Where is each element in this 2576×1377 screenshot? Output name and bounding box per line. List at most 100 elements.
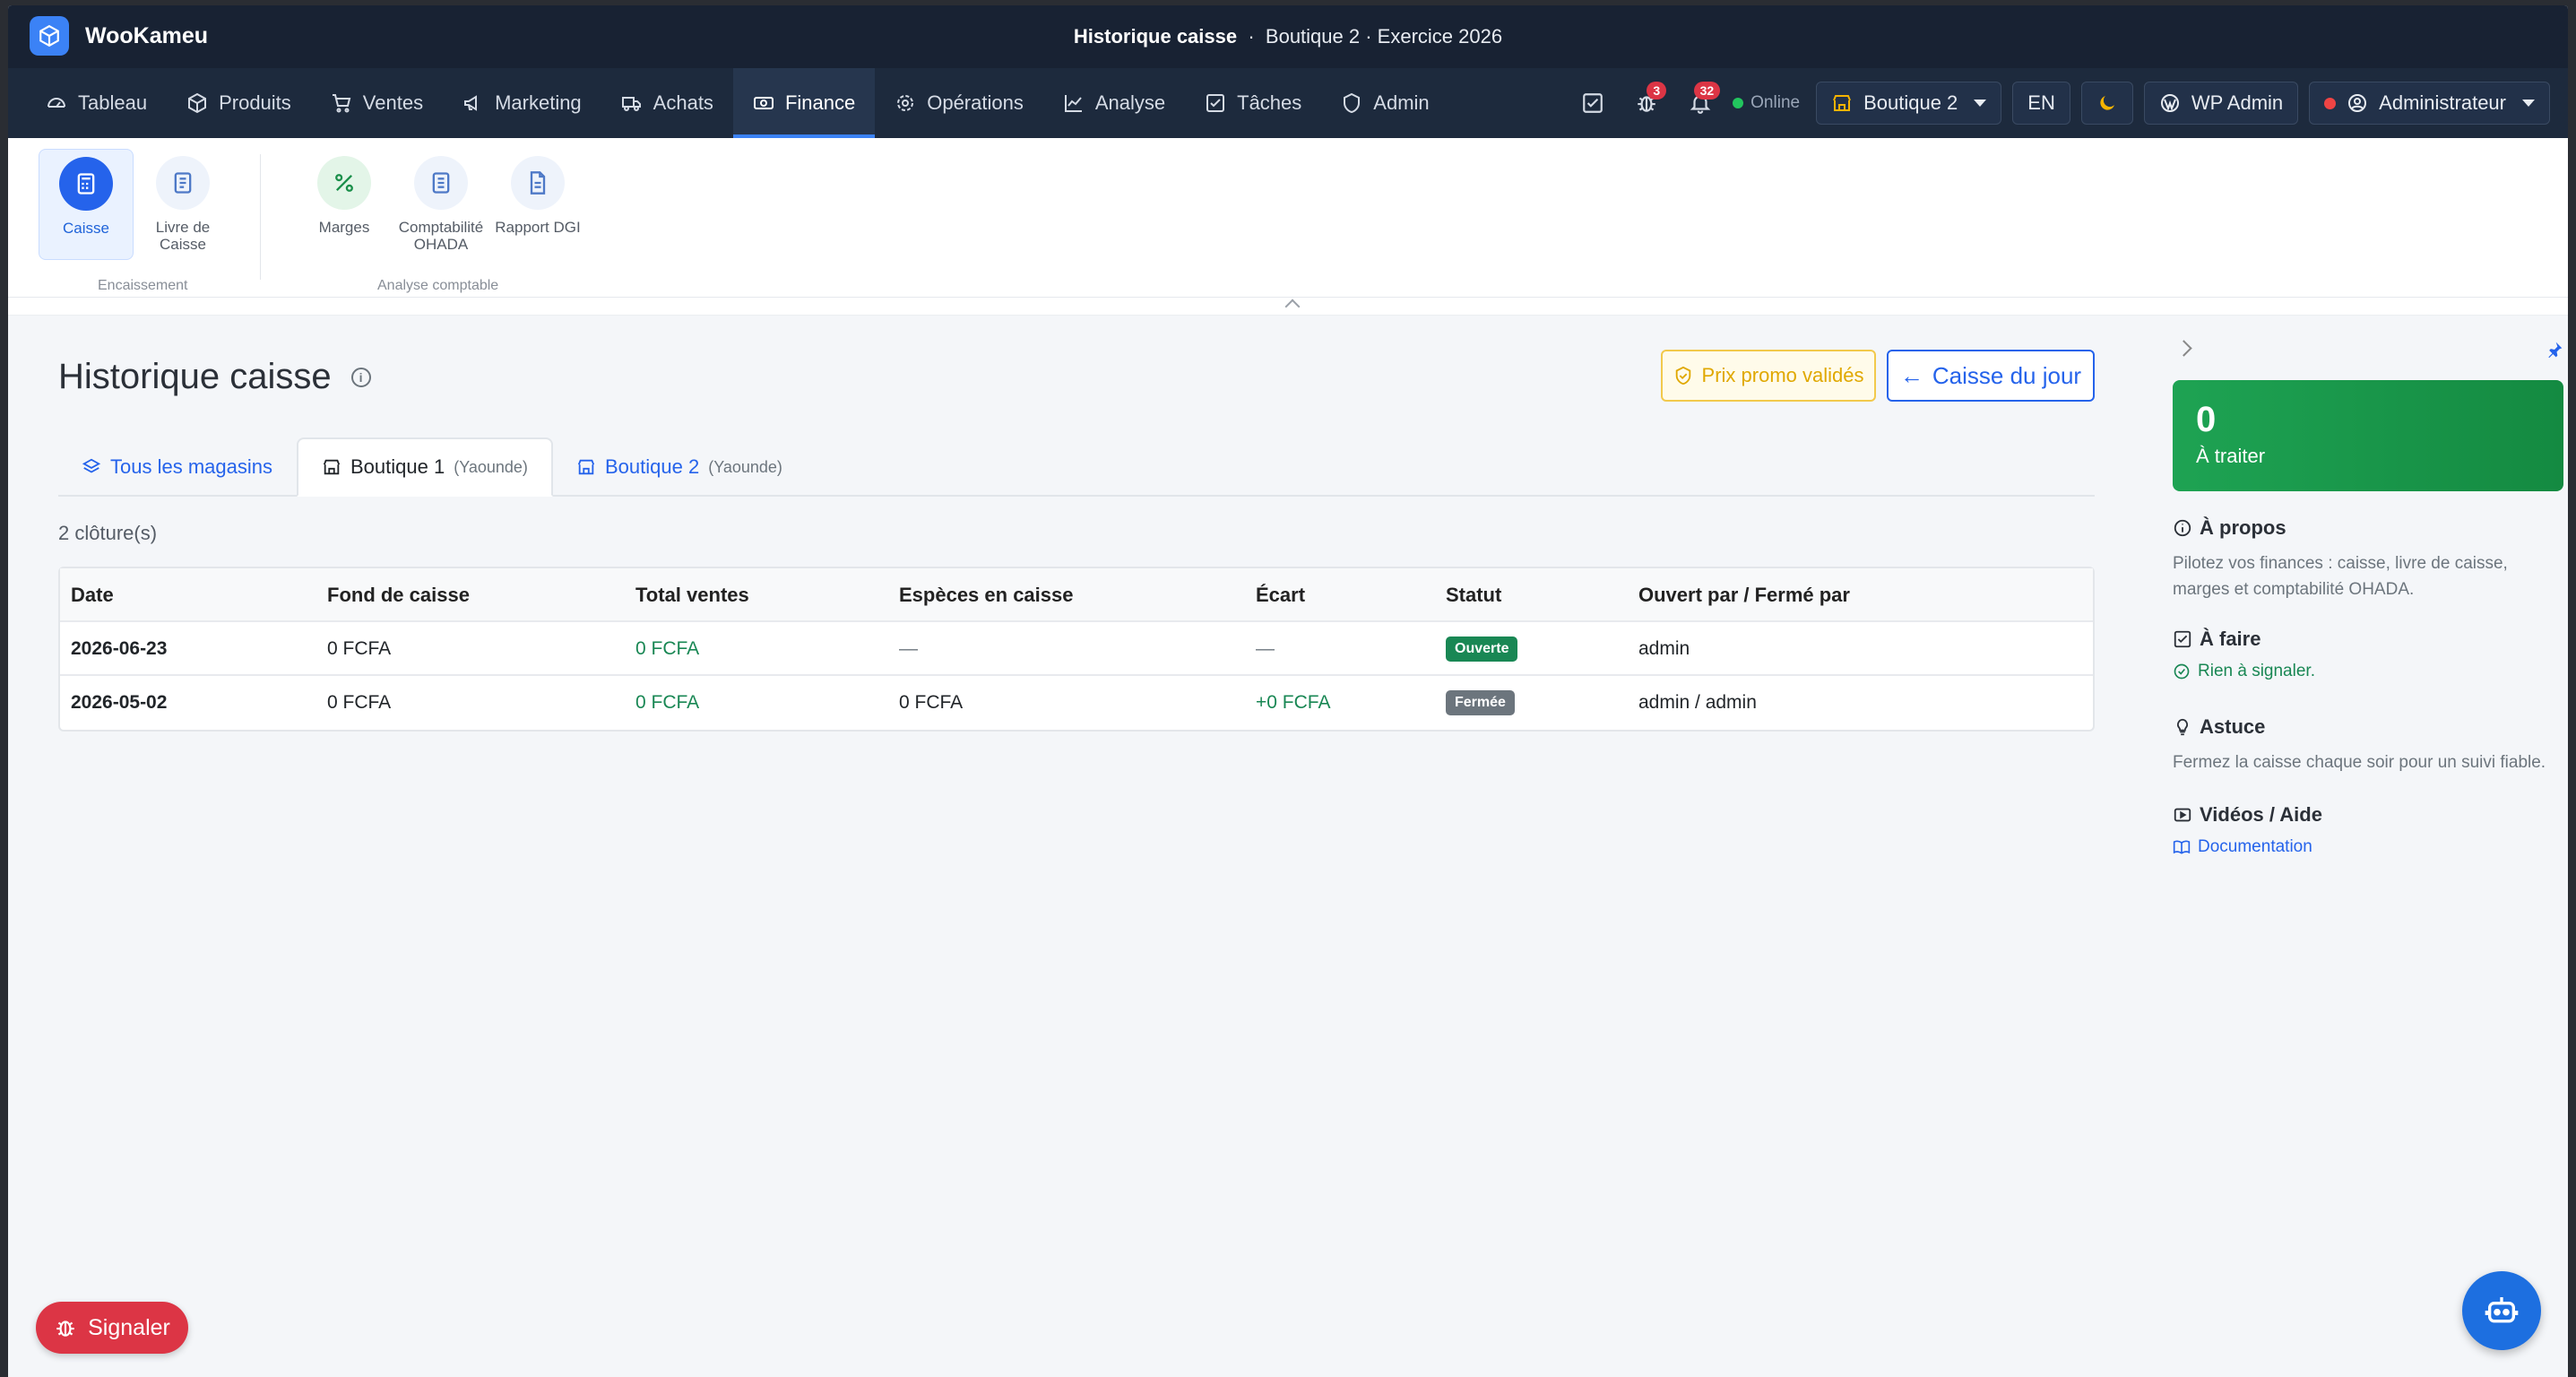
- title-bar: WooKameu Historique caisse · Boutique 2 …: [8, 5, 2568, 68]
- user-circle-icon: [2348, 94, 2367, 112]
- status-badge: Fermée: [1446, 690, 1515, 715]
- nav-item-label: Achats: [653, 91, 713, 114]
- calculator-icon: [59, 157, 113, 211]
- closures-count: 2 clôture(s): [58, 522, 158, 544]
- tab-boutique-2[interactable]: Boutique 2 (Yaounde): [553, 437, 806, 497]
- documentation-label: Documentation: [2198, 837, 2312, 856]
- report-bug-label: Signaler: [88, 1314, 170, 1340]
- cell-date: 2026-05-02: [71, 692, 168, 713]
- journal-icon: [156, 156, 210, 210]
- title-separator: ·: [1242, 25, 1266, 48]
- table-row[interactable]: 2026-06-23 0 FCFA 0 FCFA — — Ouverte adm…: [60, 622, 2093, 676]
- kpi-card-to-process[interactable]: 0 À traiter: [2173, 380, 2563, 491]
- nav-item-operations[interactable]: Opérations: [875, 68, 1043, 138]
- store-tabs: Tous les magasins Boutique 1 (Yaounde) B…: [58, 437, 2095, 497]
- ribbon-item-caisse[interactable]: Caisse: [39, 149, 134, 260]
- cell-fond: 0 FCFA: [327, 638, 392, 659]
- caisse-du-jour-button[interactable]: ← Caisse du jour: [1887, 350, 2095, 402]
- window-title-page: Historique caisse: [1073, 25, 1238, 48]
- nav-item-analyse[interactable]: Analyse: [1043, 68, 1185, 138]
- book-icon: [2173, 840, 2191, 854]
- document-icon: [511, 156, 565, 210]
- gear-icon: [897, 95, 914, 111]
- nav-item-label: Produits: [219, 91, 291, 114]
- ribbon-collapse-toggle[interactable]: [8, 298, 2568, 316]
- column-header[interactable]: Statut: [1446, 568, 1501, 622]
- tab-boutique-1[interactable]: Boutique 1 (Yaounde): [297, 437, 553, 497]
- nav-item-label: Analyse: [1094, 91, 1166, 114]
- notification-count-badge: 32: [1693, 82, 1721, 100]
- page-title-text: Historique caisse: [58, 357, 332, 396]
- column-header[interactable]: Écart: [1256, 568, 1305, 622]
- info-icon[interactable]: i: [350, 367, 371, 387]
- status-dot-icon: [2324, 97, 2337, 109]
- nav-item-label: Opérations: [927, 91, 1024, 114]
- tab-sublabel: (Yaounde): [454, 457, 528, 476]
- wp-admin-button[interactable]: WP Admin: [2143, 82, 2299, 125]
- column-header[interactable]: Fond de caisse: [327, 568, 470, 622]
- ribbon-item-label: Comptabilité OHADA: [398, 219, 484, 253]
- cell-statut: Ouverte: [1446, 622, 1518, 676]
- nav-item-produits[interactable]: Produits: [167, 68, 311, 138]
- table-row[interactable]: 2026-05-02 0 FCFA 0 FCFA 0 FCFA +0 FCFA …: [60, 676, 2093, 730]
- promo-prices-button[interactable]: Prix promo validés: [1661, 350, 1876, 402]
- todo-section: À faire Rien à signaler.: [2173, 628, 2563, 681]
- column-header[interactable]: Date: [71, 568, 114, 622]
- layers-icon: [82, 458, 101, 473]
- nav-item-finance[interactable]: Finance: [732, 68, 876, 138]
- cell-total: 0 FCFA: [635, 638, 700, 659]
- bug-reports-button[interactable]: 3: [1625, 82, 1668, 125]
- language-button[interactable]: EN: [2012, 82, 2070, 125]
- language-label: EN: [2027, 91, 2055, 114]
- report-bug-button[interactable]: Signaler: [36, 1302, 188, 1354]
- user-name: Administrateur: [2379, 91, 2506, 114]
- ribbon-item-rapport-dgi[interactable]: Rapport DGI: [490, 149, 585, 260]
- tasks-button[interactable]: [1571, 82, 1614, 125]
- user-menu[interactable]: Administrateur: [2309, 82, 2550, 125]
- page-title: Historique caisse i: [58, 357, 371, 397]
- notifications-button[interactable]: 32: [1679, 82, 1722, 125]
- kpi-value: 0: [2196, 400, 2217, 439]
- chevron-right-icon[interactable]: [2175, 340, 2192, 357]
- ribbon-item-marges[interactable]: Marges: [297, 149, 392, 260]
- tab-sublabel: (Yaounde): [708, 457, 782, 476]
- todo-text: Rien à signaler.: [2198, 662, 2315, 680]
- nav-item-label: Marketing: [495, 91, 582, 114]
- ribbon-item-comptabilite-ohada[interactable]: Comptabilité OHADA: [393, 149, 488, 260]
- ribbon-group-label: Analyse comptable: [377, 278, 499, 293]
- todo-status: Rien à signaler.: [2173, 662, 2563, 681]
- ribbon-item-livre-de-caisse[interactable]: Livre de Caisse: [135, 149, 230, 260]
- cart-icon: [332, 94, 351, 113]
- gauge-icon: [48, 98, 65, 108]
- nav-item-label: Ventes: [362, 91, 424, 114]
- column-header[interactable]: Total ventes: [635, 568, 749, 622]
- nav-item-achats[interactable]: Achats: [601, 68, 733, 138]
- checkbox-icon: [2174, 630, 2191, 648]
- column-header[interactable]: Ouvert par / Fermé par: [1638, 568, 1850, 622]
- store-selector[interactable]: Boutique 2: [1816, 82, 2002, 125]
- cash-icon: [753, 97, 774, 109]
- arrow-left-icon: ←: [1899, 361, 1923, 389]
- ribbon-toolbar: Caisse Livre de Caisse Encaissement Marg…: [8, 138, 2568, 316]
- chatbot-button[interactable]: [2462, 1271, 2541, 1350]
- documentation-link[interactable]: Documentation: [2173, 837, 2563, 857]
- bug-icon: [56, 1321, 74, 1337]
- column-header[interactable]: Espèces en caisse: [899, 568, 1073, 622]
- theme-toggle[interactable]: [2080, 82, 2133, 125]
- ribbon-item-label: Caisse: [63, 220, 109, 237]
- pin-icon[interactable]: [2546, 341, 2563, 363]
- nav-item-taches[interactable]: Tâches: [1185, 68, 1321, 138]
- nav-item-marketing[interactable]: Marketing: [443, 68, 601, 138]
- box-icon: [188, 92, 207, 114]
- checkbox-icon: [1206, 94, 1225, 112]
- videos-title: Vidéos / Aide: [2200, 803, 2322, 826]
- videos-section: Vidéos / Aide Documentation: [2173, 803, 2563, 857]
- about-title: À propos: [2200, 516, 2286, 539]
- shield-check-icon: [1675, 366, 1690, 385]
- about-text: Pilotez vos finances : caisse, livre de …: [2173, 554, 2508, 599]
- nav-item-ventes[interactable]: Ventes: [311, 68, 443, 138]
- nav-item-tableau[interactable]: Tableau: [26, 68, 167, 138]
- online-dot-icon: [1733, 98, 1744, 108]
- tab-all-stores[interactable]: Tous les magasins: [58, 437, 296, 497]
- nav-item-admin[interactable]: Admin: [1321, 68, 1448, 138]
